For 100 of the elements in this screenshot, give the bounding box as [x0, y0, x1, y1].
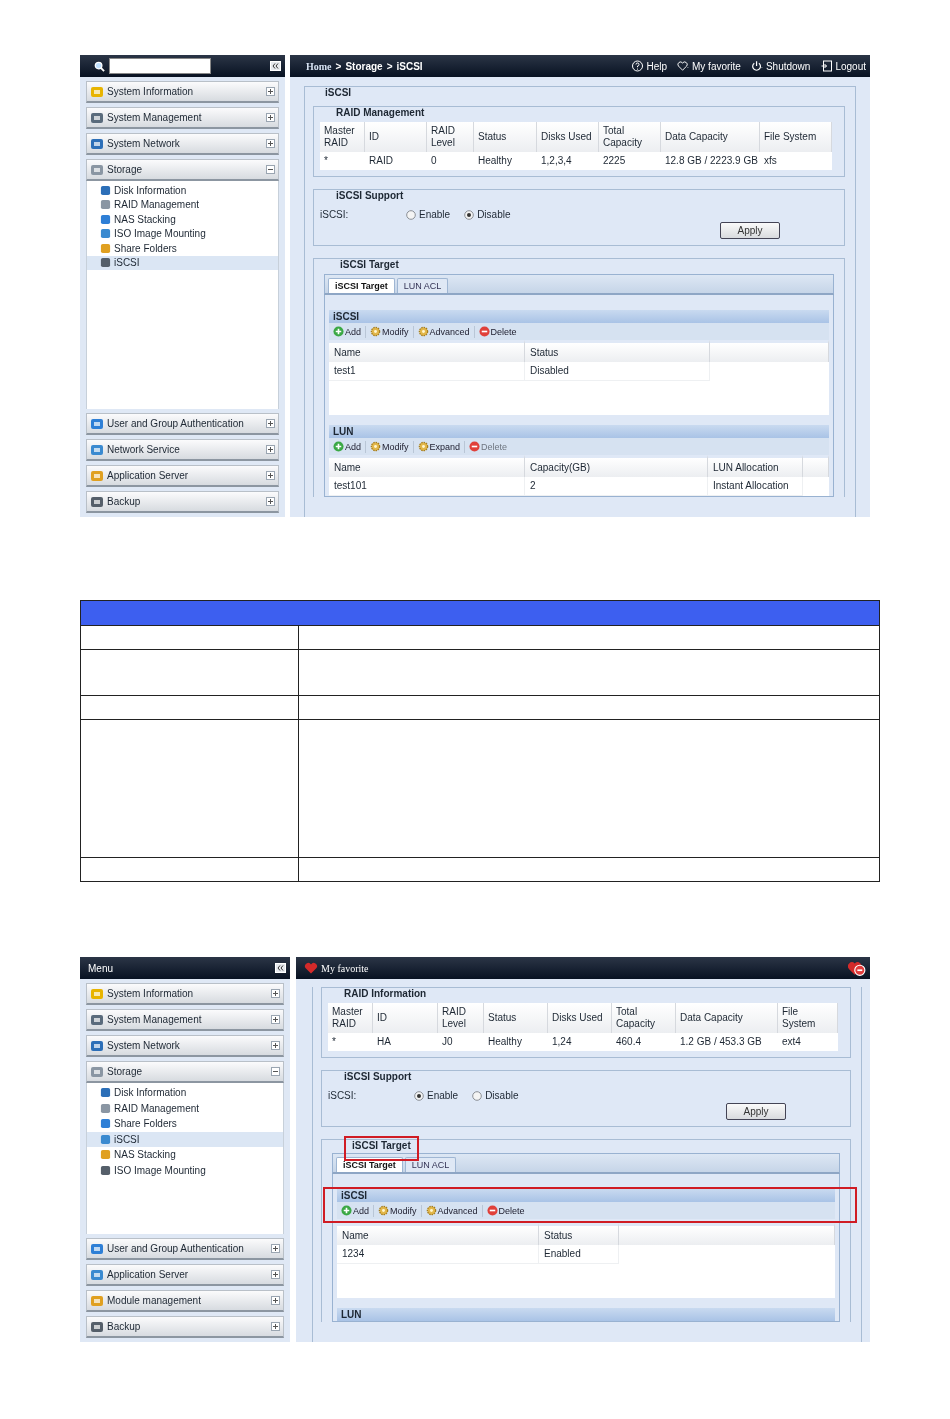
- expand-icon[interactable]: [266, 113, 275, 122]
- breadcrumb-link[interactable]: Home: [306, 60, 332, 72]
- menu-item[interactable]: Disk Information: [87, 183, 278, 198]
- menu-item[interactable]: Share Folders: [87, 1116, 283, 1132]
- module-icon: [90, 442, 104, 457]
- expand-icon[interactable]: [271, 1270, 280, 1279]
- breadcrumb-link[interactable]: iSCSI: [396, 60, 423, 72]
- menu-category[interactable]: User and Group Authentication: [86, 1238, 284, 1260]
- menu-category[interactable]: System Network: [86, 133, 279, 155]
- toolbar-button[interactable]: Delete: [478, 326, 517, 337]
- module-icon: [90, 1293, 104, 1308]
- menu-category[interactable]: Backup: [86, 491, 279, 513]
- table-cell-text: 1.2 GB / 453.3 GB: [679, 1035, 763, 1049]
- toolbar-link[interactable]: Help: [631, 60, 667, 72]
- expand-icon[interactable]: [271, 1244, 280, 1253]
- menu-item[interactable]: iSCSI: [87, 1131, 283, 1147]
- expand-icon[interactable]: [271, 1296, 280, 1305]
- expand-icon[interactable]: [271, 1322, 280, 1331]
- column-header: Name: [329, 340, 525, 362]
- tab[interactable]: iSCSI Target: [328, 278, 395, 293]
- tab[interactable]: LUN ACL: [396, 278, 449, 293]
- radio-option[interactable]: Disable: [464, 209, 511, 220]
- column-header: Disks Used: [537, 122, 599, 152]
- breadcrumb-link[interactable]: Storage: [345, 60, 383, 72]
- collapse-sidebar-icon[interactable]: [275, 963, 286, 973]
- menu-item[interactable]: ISO Image Mounting: [87, 1162, 283, 1178]
- menu-category[interactable]: Storage: [86, 1061, 284, 1083]
- toolbar-button[interactable]: Delete: [486, 1205, 525, 1216]
- table-cell-text: *: [323, 154, 329, 168]
- menu-category[interactable]: Network Service: [86, 439, 279, 461]
- expand-icon[interactable]: [266, 471, 275, 480]
- toolbar-button[interactable]: Advanced: [425, 1205, 478, 1216]
- menu-category[interactable]: Storage: [86, 159, 279, 181]
- expand-icon[interactable]: [266, 419, 275, 428]
- toolbar-button[interactable]: Modify: [370, 326, 409, 337]
- table-cell-text: 2225: [602, 154, 627, 168]
- module-icon: [90, 1241, 104, 1256]
- menu-category[interactable]: System Information: [86, 81, 279, 103]
- collapse-icon[interactable]: [266, 165, 275, 174]
- expand-icon[interactable]: [266, 87, 275, 96]
- menu-category[interactable]: Application Server: [86, 465, 279, 487]
- menu-item[interactable]: ISO Image Mounting: [87, 226, 278, 241]
- menu-item[interactable]: iSCSI: [87, 255, 278, 270]
- menu-item[interactable]: Share Folders: [87, 241, 278, 256]
- toolbar-button[interactable]: Add: [341, 1205, 369, 1216]
- apply-button[interactable]: Apply: [726, 1103, 786, 1120]
- menu-item[interactable]: NAS Stacking: [87, 212, 278, 227]
- toolbar-button[interactable]: Add: [333, 326, 361, 337]
- gear-icon: [417, 326, 429, 337]
- expand-icon[interactable]: [266, 139, 275, 148]
- menu-category[interactable]: System Management: [86, 1009, 284, 1031]
- expand-icon[interactable]: [266, 497, 275, 506]
- menu-category[interactable]: User and Group Authentication: [86, 413, 279, 435]
- menu-item[interactable]: Disk Information: [87, 1085, 283, 1101]
- toolbar-button[interactable]: Add: [333, 441, 361, 452]
- toolbar-button[interactable]: Expand: [417, 441, 461, 452]
- expand-icon[interactable]: [271, 989, 280, 998]
- radio-option[interactable]: Enable: [414, 1090, 459, 1101]
- menu-category[interactable]: System Information: [86, 983, 284, 1005]
- module-icon: [90, 494, 104, 509]
- menu-category[interactable]: System Network: [86, 1035, 284, 1057]
- column-header: Master RAID: [320, 122, 365, 152]
- toolbar-button[interactable]: Advanced: [417, 326, 470, 337]
- toolbar-link[interactable]: My favorite: [677, 60, 741, 72]
- menu-item[interactable]: RAID Management: [87, 197, 278, 212]
- search-field[interactable]: [109, 58, 211, 74]
- module-icon: [90, 84, 104, 99]
- column-header: ID: [373, 1003, 438, 1033]
- toolbar-button[interactable]: Modify: [378, 1205, 417, 1216]
- expand-icon[interactable]: [271, 1041, 280, 1050]
- radio-option[interactable]: Enable: [406, 209, 451, 220]
- collapse-sidebar-icon[interactable]: [270, 61, 281, 71]
- toolbar-link[interactable]: Logout: [820, 60, 866, 72]
- expand-icon[interactable]: [266, 445, 275, 454]
- menu-category[interactable]: Backup: [86, 1316, 284, 1338]
- toolbar-link[interactable]: Shutdown: [750, 60, 811, 72]
- menu-item[interactable]: RAID Management: [87, 1100, 283, 1116]
- expand-icon[interactable]: [271, 1015, 280, 1024]
- item-icon: [100, 1149, 111, 1161]
- column-header: RAID Level: [438, 1003, 484, 1033]
- collapse-icon[interactable]: [271, 1067, 280, 1076]
- delete-icon: [469, 441, 481, 452]
- menu-category[interactable]: System Management: [86, 107, 279, 129]
- item-icon: [100, 1133, 111, 1145]
- table-cell: Instant Allocation: [708, 477, 803, 496]
- toolbar-button[interactable]: Modify: [370, 441, 409, 452]
- column-header: Name: [337, 1223, 539, 1245]
- breadcrumb-separator: >: [386, 60, 393, 72]
- module-icon: [90, 110, 104, 125]
- menu-item[interactable]: NAS Stacking: [87, 1147, 283, 1163]
- panel-title: LUN: [337, 1308, 835, 1321]
- radio-option[interactable]: Disable: [472, 1090, 519, 1101]
- remove-favorite-icon[interactable]: [848, 959, 866, 977]
- menu-category[interactable]: Module management: [86, 1290, 284, 1312]
- apply-button[interactable]: Apply: [720, 222, 780, 239]
- module-icon: [90, 468, 104, 483]
- tab[interactable]: LUN ACL: [404, 1157, 457, 1172]
- table-cell-text: RAID: [368, 154, 394, 168]
- heart-icon: [677, 60, 690, 72]
- menu-category[interactable]: Application Server: [86, 1264, 284, 1286]
